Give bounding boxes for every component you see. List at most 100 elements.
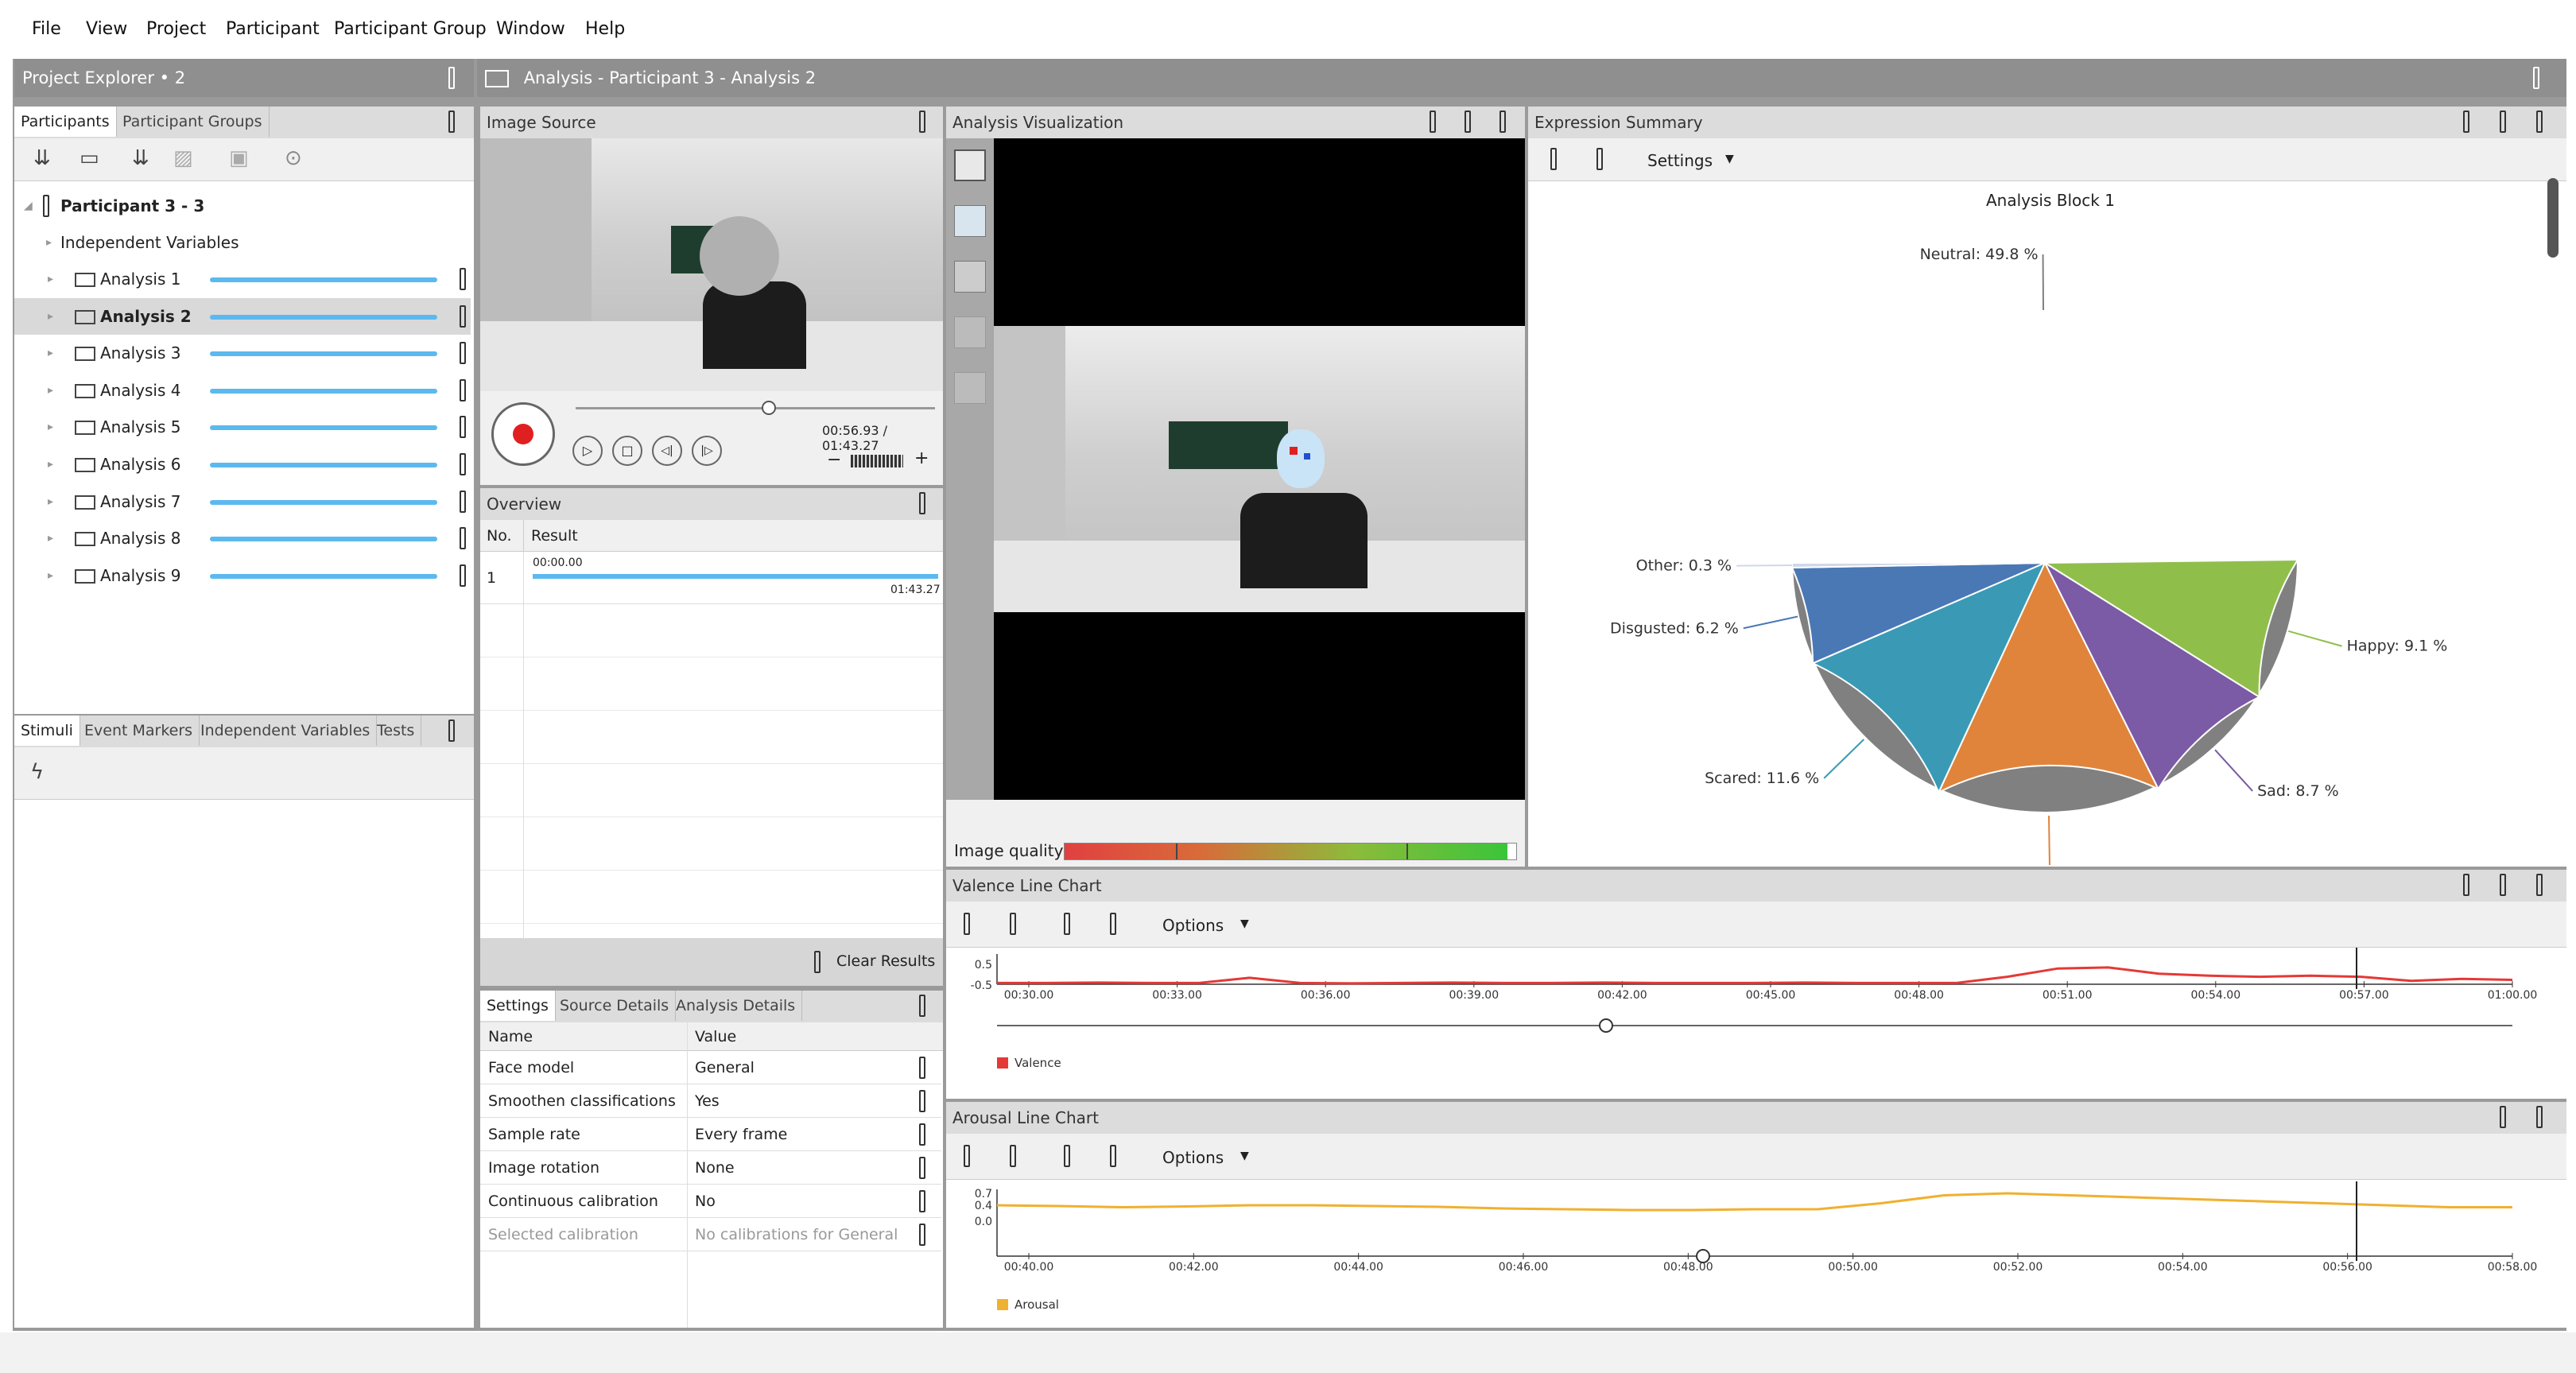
face-icon[interactable]: ▣: [229, 146, 249, 170]
zoom-slider[interactable]: [851, 455, 903, 467]
tree-analysis-8[interactable]: ▸ Analysis 8: [14, 520, 471, 557]
tree-analysis-5[interactable]: ▸ Analysis 5: [14, 409, 471, 445]
add-stimulus-icon[interactable]: ϟ: [30, 760, 44, 784]
zoom-out-button[interactable]: −: [827, 450, 841, 470]
pin-icon[interactable]: [460, 453, 466, 475]
pin-icon[interactable]: [2536, 1106, 2543, 1128]
zoom-in-button[interactable]: +: [914, 448, 929, 468]
setting-value[interactable]: General: [695, 1051, 755, 1084]
independent-variables-node[interactable]: ▸ Independent Variables: [14, 224, 471, 261]
frame-view-icon[interactable]: [954, 149, 986, 181]
settings-row[interactable]: Face model General: [480, 1051, 941, 1084]
pin-icon[interactable]: [919, 1224, 925, 1246]
face-points-icon[interactable]: [954, 372, 986, 404]
tab-analysis-details[interactable]: Analysis Details: [669, 991, 803, 1021]
overview-row[interactable]: 1 00:00.00 01:43.27: [480, 552, 943, 604]
settings-row[interactable]: Sample rate Every frame: [480, 1118, 941, 1151]
scroll-thumb[interactable]: [1696, 1249, 1710, 1263]
setting-value[interactable]: No calibrations for General: [695, 1218, 898, 1251]
clear-results-button[interactable]: Clear Results: [836, 952, 935, 970]
tool-icon[interactable]: [1010, 1145, 1016, 1167]
expand-icon[interactable]: ▸: [48, 557, 53, 594]
settings-dropdown[interactable]: Settings: [1647, 151, 1713, 170]
scroll-thumb[interactable]: [1599, 1018, 1613, 1033]
pin-icon[interactable]: [1430, 111, 1436, 133]
expand-icon[interactable]: ▸: [48, 446, 53, 483]
pin-icon[interactable]: [2500, 111, 2506, 133]
menu-view[interactable]: View: [86, 19, 127, 39]
image-icon[interactable]: ▨: [173, 146, 193, 170]
tool-icon[interactable]: [1064, 913, 1070, 935]
tab-independent-variables[interactable]: Independent Variables: [194, 716, 378, 746]
play-button[interactable]: ▷: [572, 436, 603, 466]
pin-icon[interactable]: [919, 111, 925, 133]
face-grid-icon[interactable]: [954, 205, 986, 237]
expand-icon[interactable]: ▸: [48, 483, 53, 520]
tree-analysis-9[interactable]: ▸ Analysis 9: [14, 557, 471, 594]
record-button[interactable]: [491, 402, 555, 466]
menu-participant[interactable]: Participant: [226, 19, 320, 39]
tool-icon[interactable]: [1110, 1145, 1116, 1167]
tab-participant-groups[interactable]: Participant Groups: [116, 107, 270, 137]
setting-value[interactable]: None: [695, 1151, 735, 1185]
face-mesh-icon[interactable]: [954, 261, 986, 293]
pin-icon[interactable]: [919, 492, 925, 514]
pin-icon[interactable]: [2536, 874, 2543, 896]
pin-icon[interactable]: [2500, 1106, 2506, 1128]
pin-icon[interactable]: [919, 1090, 925, 1112]
tool-icon[interactable]: [964, 1145, 970, 1167]
tab-settings[interactable]: Settings: [480, 991, 556, 1021]
pin-icon[interactable]: [1499, 111, 1506, 133]
add-participant-icon[interactable]: ⇊: [33, 146, 51, 170]
tab-source-details[interactable]: Source Details: [553, 991, 677, 1021]
pin-icon[interactable]: [460, 378, 466, 401]
expand-icon[interactable]: ▸: [48, 335, 53, 371]
tab-stimuli[interactable]: Stimuli: [14, 716, 80, 746]
pin-icon[interactable]: [2463, 111, 2469, 133]
pin-icon[interactable]: [448, 67, 455, 89]
menu-window[interactable]: Window: [496, 19, 565, 39]
chevron-down-icon[interactable]: ▼: [1240, 917, 1249, 930]
options-dropdown[interactable]: Options: [1162, 916, 1224, 935]
tool-icon[interactable]: [1010, 913, 1016, 935]
tool-icon[interactable]: [964, 913, 970, 935]
chevron-down-icon[interactable]: ▼: [1240, 1150, 1249, 1162]
setting-value[interactable]: No: [695, 1185, 716, 1218]
pin-icon[interactable]: [919, 1057, 925, 1079]
export-icon[interactable]: [1550, 148, 1557, 170]
pin-icon[interactable]: [448, 111, 455, 133]
expand-icon[interactable]: ▸: [48, 409, 53, 445]
step-forward-button[interactable]: |▷: [692, 436, 722, 466]
setting-value[interactable]: Yes: [695, 1084, 720, 1118]
participant-node[interactable]: ◢ Participant 3 - 3: [14, 188, 471, 224]
menu-project[interactable]: Project: [146, 19, 206, 39]
tree-analysis-3[interactable]: ▸ Analysis 3: [14, 335, 471, 371]
pin-icon[interactable]: [460, 268, 466, 290]
settings-row[interactable]: Continuous calibration No: [480, 1185, 941, 1218]
settings-row[interactable]: Smoothen classifications Yes: [480, 1084, 941, 1118]
pin-icon[interactable]: [460, 527, 466, 550]
stop-button[interactable]: □: [612, 436, 642, 466]
pin-icon[interactable]: [460, 342, 466, 365]
pin-icon[interactable]: [2533, 67, 2539, 89]
tab-event-markers[interactable]: Event Markers: [78, 716, 200, 746]
tool-icon[interactable]: [1110, 913, 1116, 935]
pin-icon[interactable]: [460, 564, 466, 587]
pin-icon[interactable]: [919, 1123, 925, 1146]
pin-icon[interactable]: [919, 1157, 925, 1179]
menu-help[interactable]: Help: [585, 19, 625, 39]
tab-participants[interactable]: Participants: [14, 107, 117, 137]
expand-icon[interactable]: ▸: [48, 261, 53, 297]
tool-icon[interactable]: [1064, 1145, 1070, 1167]
pin-icon[interactable]: [2500, 874, 2506, 896]
settings-row[interactable]: Selected calibration No calibrations for …: [480, 1218, 941, 1251]
expand-icon[interactable]: ▸: [48, 520, 53, 557]
pin-icon[interactable]: [2536, 111, 2543, 133]
seek-track[interactable]: [576, 407, 935, 409]
copy-icon[interactable]: [1596, 148, 1603, 170]
pin-icon[interactable]: [460, 490, 466, 513]
options-dropdown[interactable]: Options: [1162, 1148, 1224, 1167]
tree-analysis-7[interactable]: ▸ Analysis 7: [14, 483, 471, 520]
face-outline-icon[interactable]: [954, 316, 986, 348]
tree-analysis-2[interactable]: ▸ Analysis 2: [14, 297, 471, 335]
